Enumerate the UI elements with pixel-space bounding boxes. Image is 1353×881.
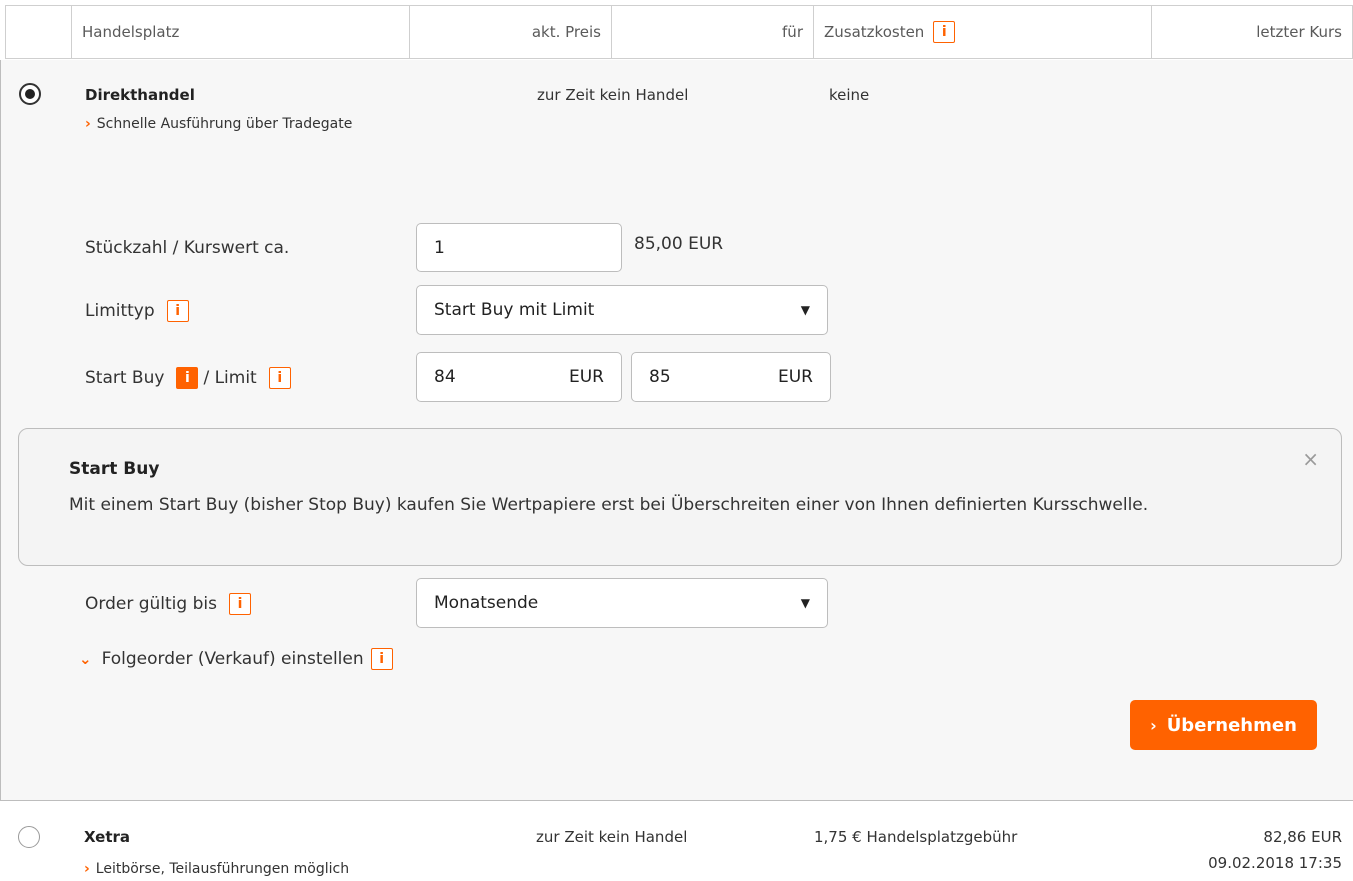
startbuy-info-panel: Start Buy Mit einem Start Buy (bisher St… <box>18 428 1342 566</box>
xetra-row[interactable]: Xetra › Leitbörse, Teilausführungen mögli… <box>0 801 1353 881</box>
startbuy-info-icon[interactable]: i <box>176 367 199 389</box>
startbuy-input[interactable]: 84 EUR <box>416 352 622 402</box>
header-zusatzkosten-label: Zusatzkosten <box>824 23 925 41</box>
direkthandel-panel: Direkthandel › Schnelle Ausführung über T… <box>0 60 1353 801</box>
xetra-last-price: 82,86 EUR <box>1263 828 1342 846</box>
order-select-value: Monatsende <box>434 593 539 613</box>
xetra-name: Xetra <box>84 828 131 846</box>
uebernehmen-label: Übernehmen <box>1166 714 1297 736</box>
chevron-down-icon: ⌄ <box>79 650 92 668</box>
zusatzkosten-info-icon[interactable]: i <box>933 21 956 43</box>
stueckzahl-label: Stückzahl / Kurswert ca. <box>85 238 290 258</box>
folgeorder-toggle[interactable]: ⌄ Folgeorder (Verkauf) einstellen i <box>79 648 393 670</box>
direkthandel-price: zur Zeit kein Handel <box>537 86 689 104</box>
xetra-sub[interactable]: › Leitbörse, Teilausführungen möglich <box>84 861 349 877</box>
startbuy-currency: EUR <box>569 367 604 387</box>
header-handelsplatz: Handelsplatz <box>72 6 410 58</box>
header-letzter-kurs: letzter Kurs <box>1256 23 1342 41</box>
folgeorder-info-icon[interactable]: i <box>370 648 393 670</box>
direkthandel-name: Direkthandel <box>85 86 195 104</box>
order-row-label: Order gültig bis i <box>85 593 251 615</box>
order-validity-select[interactable]: Monatsende ▼ <box>416 578 828 628</box>
direkthandel-sub[interactable]: › Schnelle Ausführung über Tradegate <box>85 116 352 132</box>
header-zusatzkosten: Zusatzkosten i <box>814 6 1152 58</box>
limit-input-value: 85 <box>649 367 671 387</box>
table-header: Handelsplatz akt. Preis für Zusatzkosten… <box>5 5 1353 59</box>
close-icon[interactable]: × <box>1302 447 1319 471</box>
startbuy-row-label: Start Buy i / Limit i <box>85 367 291 389</box>
limit-info-icon[interactable]: i <box>268 367 291 389</box>
caret-down-icon: ▼ <box>800 303 810 317</box>
direkthandel-radio[interactable] <box>19 83 41 105</box>
info-panel-text: Mit einem Start Buy (bisher Stop Buy) ka… <box>69 495 1149 515</box>
uebernehmen-button[interactable]: › Übernehmen <box>1130 700 1317 750</box>
order-info-icon[interactable]: i <box>228 593 251 615</box>
limit-currency: EUR <box>778 367 813 387</box>
info-panel-title: Start Buy <box>69 459 160 479</box>
header-fuer: für <box>612 6 814 58</box>
limittyp-label: Limittyp <box>85 301 155 321</box>
xetra-radio[interactable] <box>18 826 40 848</box>
xetra-price: zur Zeit kein Handel <box>536 828 688 846</box>
caret-down-icon: ▼ <box>800 596 810 610</box>
limit-input[interactable]: 85 EUR <box>631 352 831 402</box>
order-label: Order gültig bis <box>85 594 217 614</box>
header-select-column <box>6 6 72 58</box>
kurswert-value: 85,00 EUR <box>634 234 724 254</box>
direkthandel-costs: keine <box>829 86 870 104</box>
direkthandel-sub-label: Schnelle Ausführung über Tradegate <box>96 116 353 132</box>
limittyp-select-value: Start Buy mit Limit <box>434 300 595 320</box>
limittyp-select[interactable]: Start Buy mit Limit ▼ <box>416 285 828 335</box>
chevron-right-icon: › <box>1150 715 1157 735</box>
chevron-right-icon: › <box>84 861 90 877</box>
startbuy-input-value: 84 <box>434 367 456 387</box>
limittyp-info-icon[interactable]: i <box>166 300 189 322</box>
limittyp-row-label: Limittyp i <box>85 300 189 322</box>
xetra-costs: 1,75 € Handelsplatzgebühr <box>814 828 1018 846</box>
folgeorder-label: Folgeorder (Verkauf) einstellen <box>101 649 364 669</box>
xetra-sub-label: Leitbörse, Teilausführungen möglich <box>95 861 350 877</box>
header-akt-preis: akt. Preis <box>410 6 612 58</box>
limit-label: / Limit <box>203 368 257 388</box>
chevron-right-icon: › <box>85 116 91 132</box>
startbuy-label: Start Buy <box>85 368 165 388</box>
xetra-last-time: 09.02.2018 17:35 <box>1208 854 1342 872</box>
stueckzahl-input[interactable]: 1 <box>416 223 622 272</box>
